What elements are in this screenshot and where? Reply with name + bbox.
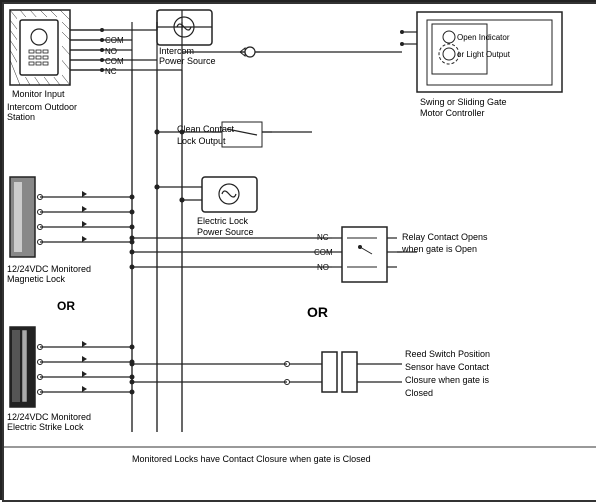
svg-text:12/24VDC Monitored: 12/24VDC Monitored <box>7 264 91 274</box>
svg-text:Power Source: Power Source <box>197 227 254 237</box>
svg-text:Reed Switch Position: Reed Switch Position <box>405 349 490 359</box>
svg-text:Intercom: Intercom <box>159 46 194 56</box>
svg-text:Electric Strike Lock: Electric Strike Lock <box>7 422 84 432</box>
svg-text:OR: OR <box>307 304 328 320</box>
svg-text:Closure when gate is: Closure when gate is <box>405 375 490 385</box>
svg-text:Relay Contact Opens: Relay Contact Opens <box>402 232 488 242</box>
svg-text:COM: COM <box>105 57 124 66</box>
svg-text:Station: Station <box>7 112 35 122</box>
svg-text:Swing or Sliding Gate: Swing or Sliding Gate <box>420 97 507 107</box>
svg-text:Magnetic Lock: Magnetic Lock <box>7 274 66 284</box>
svg-text:Lock Output: Lock Output <box>177 136 226 146</box>
svg-text:Sensor have Contact: Sensor have Contact <box>405 362 490 372</box>
svg-text:Motor Controller: Motor Controller <box>420 108 485 118</box>
svg-text:12/24VDC Monitored: 12/24VDC Monitored <box>7 412 91 422</box>
svg-text:Electric Lock: Electric Lock <box>197 216 249 226</box>
svg-text:Monitored Locks have Contact C: Monitored Locks have Contact Closure whe… <box>132 454 371 464</box>
svg-text:OR: OR <box>57 299 75 313</box>
diagram-container: Monitor Input Intercom Outdoor Station I… <box>0 0 596 500</box>
svg-text:NO: NO <box>105 47 117 56</box>
svg-text:or Light Output: or Light Output <box>457 50 511 59</box>
svg-text:Open Indicator: Open Indicator <box>457 33 510 42</box>
svg-text:Monitor Input: Monitor Input <box>12 89 65 99</box>
svg-text:Closed: Closed <box>405 388 433 398</box>
svg-text:Power Source: Power Source <box>159 56 216 66</box>
svg-text:NC: NC <box>105 67 117 76</box>
svg-text:Intercom Outdoor: Intercom Outdoor <box>7 102 77 112</box>
